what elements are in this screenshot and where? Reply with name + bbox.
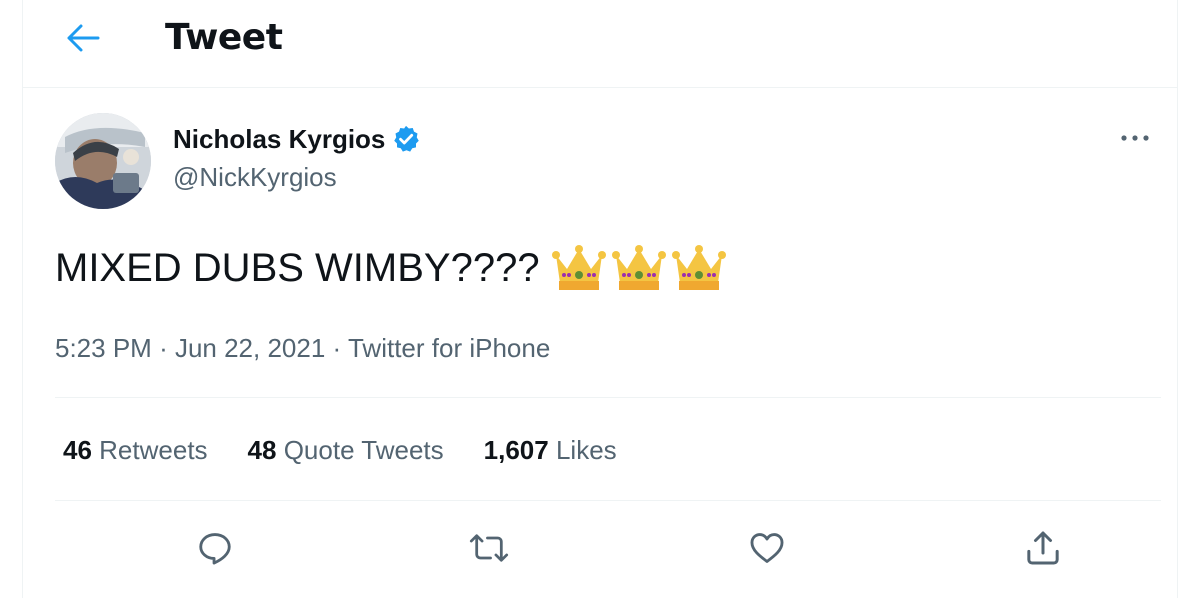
- like-button[interactable]: [739, 520, 795, 576]
- like-icon: [750, 533, 784, 563]
- crown-icon: [551, 245, 606, 290]
- verified-badge-icon: [394, 125, 420, 152]
- crown-icon: [671, 245, 726, 290]
- avatar[interactable]: [55, 113, 151, 209]
- tweet-stats: 46 Retweets 48 Quote Tweets 1,607 Likes: [63, 432, 617, 468]
- meta-separator: ·: [332, 333, 348, 363]
- tweet-page: Tweet Nicholas Kyrgios @NickKyrgios MIXE…: [22, 0, 1178, 598]
- author-name[interactable]: Nicholas Kyrgios: [173, 122, 421, 156]
- reply-button[interactable]: [187, 520, 243, 576]
- more-horizontal-icon: [1121, 135, 1149, 141]
- page-title: Tweet: [165, 17, 283, 58]
- tweet-actions: [55, 520, 1161, 576]
- share-icon: [1027, 531, 1059, 565]
- likes-count: 1,607: [483, 435, 549, 465]
- arrow-left-icon: [67, 24, 100, 52]
- tweet-meta: 5:23 PM · Jun 22, 2021 · Twitter for iPh…: [55, 330, 550, 366]
- divider: [55, 500, 1161, 501]
- quote-tweets-count: 48: [247, 435, 277, 465]
- retweets-stat[interactable]: 46 Retweets: [63, 432, 208, 468]
- quote-tweets-label: Quote Tweets: [283, 435, 444, 465]
- avatar-image: [55, 113, 151, 209]
- retweet-button[interactable]: [461, 520, 517, 576]
- tweet-text-content: MIXED DUBS WIMBY????: [55, 246, 540, 290]
- page-header: Tweet: [23, 0, 1177, 88]
- reply-icon: [199, 533, 231, 565]
- quote-tweets-stat[interactable]: 48 Quote Tweets: [248, 432, 444, 468]
- retweet-icon: [469, 534, 509, 562]
- retweets-label: Retweets: [99, 435, 208, 465]
- tweet-time[interactable]: 5:23 PM: [55, 333, 152, 363]
- likes-stat[interactable]: 1,607 Likes: [484, 432, 617, 468]
- emoji-group: [551, 243, 726, 293]
- likes-label: Likes: [555, 435, 617, 465]
- share-button[interactable]: [1015, 520, 1071, 576]
- tweet-date[interactable]: Jun 22, 2021: [175, 333, 325, 363]
- divider: [55, 397, 1161, 398]
- author-name-text: Nicholas Kyrgios: [173, 124, 386, 154]
- tweet-text: MIXED DUBS WIMBY????: [55, 240, 726, 296]
- crown-icon: [611, 245, 666, 290]
- more-options-button[interactable]: [1115, 122, 1155, 154]
- back-button[interactable]: [63, 18, 103, 58]
- retweets-count: 46: [63, 435, 92, 465]
- meta-separator: ·: [159, 333, 175, 363]
- author-handle[interactable]: @NickKyrgios: [173, 160, 337, 194]
- tweet-source[interactable]: Twitter for iPhone: [348, 333, 550, 363]
